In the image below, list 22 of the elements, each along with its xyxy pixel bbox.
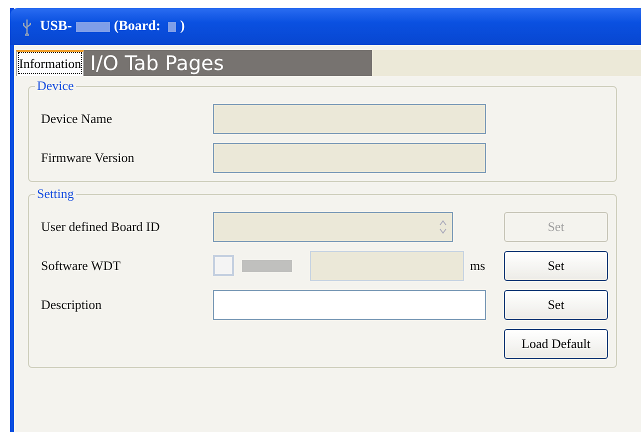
- window-title: ): [180, 18, 185, 34]
- group-legend: Setting: [35, 186, 76, 202]
- blurred-text: [242, 260, 292, 272]
- window-title: (Board:: [114, 18, 162, 34]
- field-label: Description: [41, 296, 102, 312]
- window-title: USB-: [40, 18, 72, 34]
- checkbox[interactable]: [213, 255, 234, 276]
- tab[interactable]: Information: [16, 50, 84, 76]
- field-label: Device Name: [41, 110, 112, 126]
- set-button[interactable]: Load Default: [504, 328, 608, 358]
- blurred-text: [76, 22, 110, 32]
- unit-label: ms: [470, 258, 486, 274]
- set-button[interactable]: Set: [504, 250, 608, 280]
- number-field[interactable]: [310, 250, 464, 280]
- field-label: Firmware Version: [41, 150, 134, 164]
- overlay-label: I/O Tab Pages: [84, 50, 372, 76]
- text-field[interactable]: [213, 290, 486, 320]
- usb-icon: [22, 18, 32, 36]
- field-label: Software WDT: [41, 258, 121, 272]
- set-button[interactable]: Set: [504, 290, 608, 320]
- field-label: User defined Board ID: [41, 218, 160, 234]
- blurred-text: [168, 22, 176, 32]
